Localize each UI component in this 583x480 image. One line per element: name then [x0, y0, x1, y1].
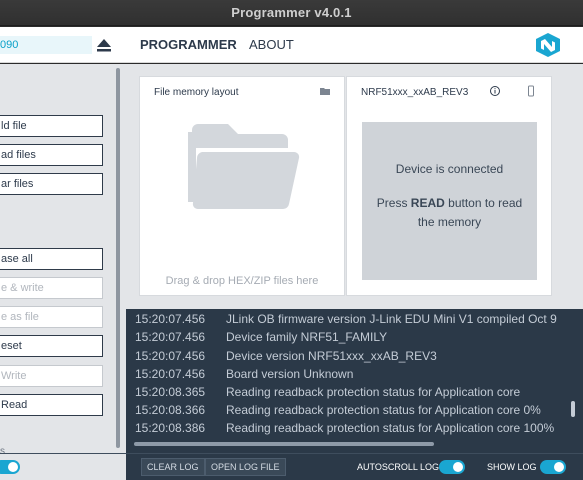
log-message: Board version Unknown	[226, 367, 354, 381]
file-memory-layout-card[interactable]: File memory layout Drag & drop HEX/ZIP f…	[139, 76, 345, 296]
write-button[interactable]: Write	[0, 365, 103, 387]
drag-drop-hint: Drag & drop HEX/ZIP files here	[165, 275, 319, 287]
autoscroll-log-toggle[interactable]	[439, 460, 465, 474]
nav-tab-programmer[interactable]: PROGRAMMER	[140, 37, 237, 52]
sidebar: ld file ad files ar files ase all e & wr…	[0, 64, 126, 453]
device-hint-pre: Press	[376, 196, 411, 210]
log-message: Reading readback protection status for A…	[226, 385, 521, 399]
log-time: 15:20:07.456	[135, 312, 206, 326]
sidebar-toggle[interactable]	[0, 460, 20, 474]
log-panel: 15:20:07.456 JLink OB firmware version J…	[126, 309, 583, 453]
show-log-toggle[interactable]	[540, 460, 566, 474]
open-folder-icon[interactable]	[319, 85, 331, 97]
chip-icon	[528, 85, 534, 97]
erase-all-button[interactable]: ase all	[0, 248, 103, 270]
erase-and-write-button[interactable]: e & write	[0, 277, 103, 299]
log-message: Reading readback protection status for A…	[226, 421, 555, 435]
eject-icon[interactable]	[96, 37, 112, 53]
app-header: 090 PROGRAMMER ABOUT	[0, 27, 583, 63]
clear-log-button[interactable]: CLEAR LOG	[141, 458, 205, 476]
window-titlebar: Programmer v4.0.1	[0, 0, 583, 26]
log-time: 15:20:07.456	[135, 349, 206, 363]
main-content: File memory layout Drag & drop HEX/ZIP f…	[126, 64, 583, 309]
device-memory-layout-card: NRF51xxx_xxAB_REV3 Device is connected P…	[346, 76, 552, 296]
log-time: 15:20:07.456	[135, 367, 206, 381]
device-status-text: Device is connected	[395, 162, 504, 176]
log-message: Device version NRF51xxx_xxAB_REV3	[226, 349, 437, 363]
open-log-file-button[interactable]: OPEN LOG FILE	[205, 458, 286, 476]
log-horizontal-scrollbar[interactable]	[134, 442, 434, 446]
nordic-logo-icon	[536, 33, 560, 57]
reset-button[interactable]: eset	[0, 335, 103, 357]
log-time: 15:20:08.366	[135, 403, 206, 417]
save-as-file-button[interactable]: e as file	[0, 306, 103, 328]
nav-tab-about[interactable]: ABOUT	[249, 37, 294, 52]
log-vertical-scrollbar[interactable]	[571, 401, 575, 417]
device-card-title: NRF51xxx_xxAB_REV3	[361, 87, 469, 98]
device-hint-bold: READ	[410, 196, 445, 210]
file-card-title: File memory layout	[154, 87, 239, 98]
device-serial-text: 090	[0, 39, 19, 51]
toggle-knob	[554, 462, 564, 472]
device-memory-panel: Device is connected Press READ button to…	[362, 122, 537, 280]
bottom-bar: CLEAR LOG OPEN LOG FILE AUTOSCROLL LOG S…	[0, 453, 583, 480]
log-message: JLink OB firmware version J-Link EDU Min…	[226, 312, 557, 326]
reload-files-button[interactable]: ad files	[0, 144, 103, 166]
autoscroll-log-label: AUTOSCROLL LOG	[357, 462, 440, 472]
log-time: 15:20:08.386	[135, 421, 206, 435]
log-message: Reading readback protection status for A…	[226, 403, 541, 417]
folder-icon	[188, 124, 300, 210]
sidebar-footer	[0, 454, 126, 480]
read-button[interactable]: Read	[0, 394, 103, 416]
sidebar-tail-text: s	[0, 446, 5, 453]
log-time: 15:20:08.365	[135, 385, 206, 399]
toggle-knob	[453, 462, 463, 472]
log-message: Device family NRF51_FAMILY	[226, 330, 388, 344]
info-icon[interactable]	[489, 85, 501, 97]
device-selector[interactable]: 090	[0, 36, 92, 54]
window-title: Programmer v4.0.1	[231, 5, 352, 20]
clear-files-button[interactable]: ar files	[0, 173, 103, 195]
sidebar-scrollbar[interactable]	[116, 68, 120, 448]
add-file-button[interactable]: ld file	[0, 115, 103, 137]
show-log-label: SHOW LOG	[487, 462, 537, 472]
device-read-hint: Press READ button to read the memory	[370, 194, 529, 232]
log-time: 15:20:07.456	[135, 330, 206, 344]
toggle-knob	[8, 462, 18, 472]
